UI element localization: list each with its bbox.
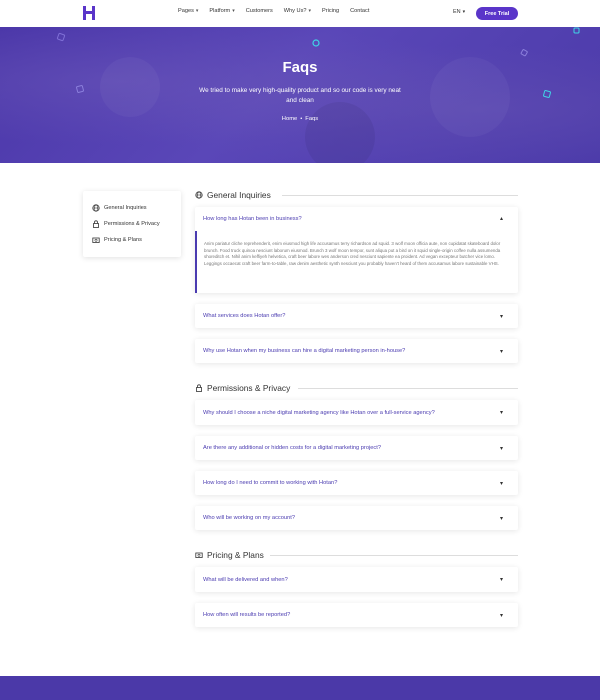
faq-item[interactable]: What services does Hotan offer? ▾	[195, 304, 518, 328]
hero-banner: Faqs We tried to make very high-quality …	[0, 27, 600, 163]
page-subtitle: We tried to make very high-quality produ…	[199, 87, 401, 104]
section-heading-general: General Inquiries	[195, 190, 271, 200]
faq-item[interactable]: Why should I choose a niche digital mark…	[195, 400, 518, 425]
top-navbar: Pages ▾ Platform ▾ Customers Why Us? ▾ Pric…	[0, 0, 600, 27]
chevron-down-icon: ▾	[462, 9, 466, 15]
faq-question: Are there any additional or hidden costs…	[203, 445, 381, 451]
lock-icon	[195, 384, 203, 392]
chevron-down-icon: ▾	[499, 480, 503, 487]
page-title: Faqs	[282, 59, 318, 76]
chevron-down-icon: ▾	[499, 577, 503, 583]
faq-question: How long do I need to commit to working …	[203, 480, 338, 486]
sidebar-item-pricing-plans[interactable]: Pricing & Plans	[92, 236, 142, 244]
nav-item-why-us[interactable]: Why Us? ▾	[284, 8, 311, 14]
main-nav: Pages ▾ Platform ▾ Customers Why Us? ▾ Pric…	[178, 8, 380, 14]
faq-category-sidebar: General Inquiries Permissions & Privacy …	[83, 191, 181, 257]
lock-icon	[92, 220, 100, 228]
chevron-down-icon: ▾	[499, 410, 503, 416]
nav-item-platform[interactable]: Platform ▾	[209, 8, 234, 14]
sidebar-item-permissions-privacy[interactable]: Permissions & Privacy	[92, 220, 160, 228]
chevron-down-icon: ▾	[308, 8, 311, 14]
section-divider	[298, 388, 518, 389]
nav-item-customers[interactable]: Customers	[246, 8, 273, 14]
money-icon	[195, 551, 203, 559]
language-selector[interactable]: EN ▾	[453, 9, 465, 15]
chevron-down-icon: ▾	[499, 612, 503, 619]
faq-item-expanded: How long has Hotan been in business? ▴ A…	[195, 207, 518, 293]
section-divider	[270, 555, 518, 556]
breadcrumb: Home • Faqs	[281, 116, 319, 122]
faq-question: Why use Hotan when my business can hire …	[203, 348, 406, 354]
chevron-up-icon[interactable]: ▴	[500, 215, 503, 222]
active-indicator	[195, 231, 197, 293]
faq-item[interactable]: How often will results be reported? ▾	[195, 603, 518, 627]
money-icon	[92, 236, 100, 244]
nav-item-contact[interactable]: Contact	[350, 8, 369, 14]
chevron-down-icon: ▾	[499, 313, 503, 320]
faq-question[interactable]: How long has Hotan been in business?	[203, 216, 302, 222]
chevron-down-icon: ▾	[499, 445, 503, 452]
faq-item[interactable]: What will be delivered and when? ▾	[195, 567, 518, 592]
free-trial-button[interactable]: Free Trial	[476, 7, 518, 20]
globe-icon	[195, 191, 203, 199]
faq-item[interactable]: Who will be working on my account? ▾	[195, 506, 518, 530]
faq-question: Why should I choose a niche digital mark…	[203, 409, 435, 416]
faq-item[interactable]: Why use Hotan when my business can hire …	[195, 339, 518, 363]
nav-item-pages[interactable]: Pages ▾	[178, 8, 198, 14]
chevron-down-icon: ▾	[499, 515, 503, 522]
faq-item[interactable]: Are there any additional or hidden costs…	[195, 436, 518, 460]
nav-item-pricing[interactable]: Pricing	[322, 8, 339, 14]
chevron-down-icon: ▾	[195, 8, 199, 14]
section-heading-pricing: Pricing & Plans	[195, 550, 264, 560]
faq-question: What services does Hotan offer?	[203, 313, 286, 319]
chevron-down-icon: ▾	[499, 348, 503, 355]
footer-band	[0, 676, 600, 700]
faq-question: What will be delivered and when?	[203, 576, 288, 583]
breadcrumb-current: Faqs	[305, 116, 319, 122]
faq-question: Who will be working on my account?	[203, 515, 295, 521]
faq-item[interactable]: How long do I need to commit to working …	[195, 471, 518, 495]
faq-answer: Anim pariatur cliche reprehenderit, enim…	[204, 241, 501, 266]
chevron-down-icon: ▾	[232, 8, 235, 14]
breadcrumb-home[interactable]: Home	[282, 116, 297, 122]
logo-icon[interactable]	[82, 5, 96, 21]
faq-question: How often will results be reported?	[203, 612, 291, 618]
globe-icon	[92, 204, 100, 212]
section-heading-privacy: Permissions & Privacy	[195, 383, 290, 393]
section-divider	[282, 195, 518, 196]
sidebar-item-general-inquiries[interactable]: General Inquiries	[92, 204, 147, 212]
